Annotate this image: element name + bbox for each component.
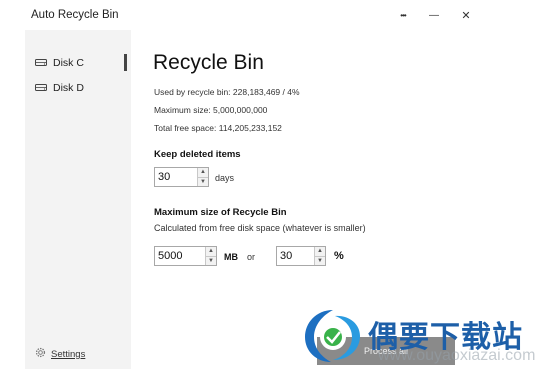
sidebar-item-disk-d[interactable]: Disk D bbox=[35, 79, 84, 97]
max-size-mb-value[interactable]: 5000 bbox=[155, 250, 205, 262]
max-size-description: Calculated from free disk space (whateve… bbox=[154, 223, 366, 233]
sidebar-item-label: Disk D bbox=[53, 82, 84, 94]
drive-icon bbox=[35, 57, 47, 70]
more-options-button[interactable]: ••• bbox=[389, 5, 417, 25]
close-button[interactable]: ✕ bbox=[452, 5, 480, 25]
selection-indicator bbox=[124, 54, 127, 71]
stepper-down-icon[interactable]: ▼ bbox=[206, 255, 216, 265]
stepper-up-icon[interactable]: ▲ bbox=[206, 247, 216, 256]
stepper-down-icon[interactable]: ▼ bbox=[198, 176, 208, 186]
gear-icon bbox=[35, 347, 46, 361]
stepper-up-icon[interactable]: ▲ bbox=[315, 247, 325, 256]
total-free-space: Total free space: 114,205,233,152 bbox=[154, 123, 282, 133]
close-icon: ✕ bbox=[461, 9, 471, 22]
app-title: Auto Recycle Bin bbox=[31, 9, 119, 21]
keep-deleted-heading: Keep deleted items bbox=[154, 149, 241, 160]
stepper-arrows: ▲ ▼ bbox=[314, 247, 325, 265]
drive-icon bbox=[35, 82, 47, 95]
more-icon: ••• bbox=[400, 10, 406, 20]
watermark-logo-icon bbox=[302, 306, 364, 369]
settings-link[interactable]: Settings bbox=[35, 347, 85, 361]
sidebar-item-disk-c[interactable]: Disk C bbox=[35, 54, 84, 72]
keep-days-value[interactable]: 30 bbox=[155, 171, 197, 183]
percent-unit: % bbox=[334, 250, 344, 262]
title-bar: Auto Recycle Bin ••• — ✕ bbox=[0, 0, 544, 30]
max-size-heading: Maximum size of Recycle Bin bbox=[154, 207, 287, 218]
keep-days-stepper[interactable]: 30 ▲ ▼ bbox=[154, 167, 209, 187]
stepper-up-icon[interactable]: ▲ bbox=[198, 168, 208, 177]
or-label: or bbox=[247, 252, 256, 262]
page-title: Recycle Bin bbox=[153, 51, 264, 74]
max-size-percent-value[interactable]: 30 bbox=[277, 250, 314, 262]
settings-label: Settings bbox=[51, 348, 86, 360]
used-by-recycle-bin: Used by recycle bin: 228,183,469 / 4% bbox=[154, 87, 300, 97]
max-size-mb-stepper[interactable]: 5000 ▲ ▼ bbox=[154, 246, 217, 266]
mb-unit: MB bbox=[224, 252, 238, 262]
stepper-arrows: ▲ ▼ bbox=[205, 247, 216, 265]
stepper-down-icon[interactable]: ▼ bbox=[315, 255, 325, 265]
sidebar: Disk C Disk D Settings bbox=[25, 30, 131, 369]
stepper-arrows: ▲ ▼ bbox=[197, 168, 208, 186]
maximum-size-info: Maximum size: 5,000,000,000 bbox=[154, 105, 268, 115]
sidebar-item-label: Disk C bbox=[53, 57, 84, 69]
days-unit: days bbox=[215, 173, 235, 183]
minimize-button[interactable]: — bbox=[420, 5, 448, 25]
watermark-url: www.ouyaoxiazai.com bbox=[378, 347, 536, 364]
minimize-icon: — bbox=[429, 9, 439, 21]
max-size-percent-stepper[interactable]: 30 ▲ ▼ bbox=[276, 246, 326, 266]
